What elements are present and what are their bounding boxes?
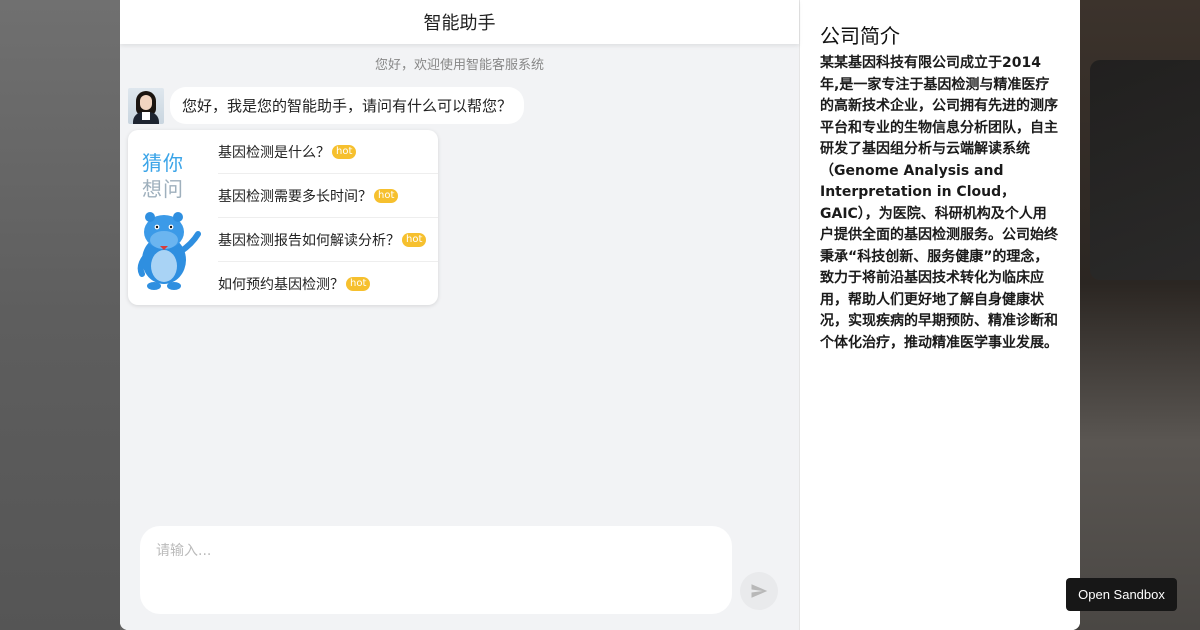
- hot-badge: hot: [402, 232, 427, 247]
- info-pane: 公司简介 某某基因科技有限公司成立于2014年,是一家专注于基因检测与精准医疗的…: [800, 0, 1080, 630]
- background-laptop: [1090, 60, 1200, 280]
- guess-card: 猜你 想问 基因检测是什么？ hot 基因检测需要多长时间？ hot 基因检测报…: [128, 130, 438, 305]
- guess-item-text: 如何预约基因检测？: [218, 277, 344, 293]
- guess-title: 猜你 想问: [142, 150, 184, 202]
- chat-pane: 智能助手 您好，欢迎使用智能客服系统 您好，我是您的智能助手，请问有什么可以帮您…: [120, 0, 800, 630]
- send-icon: [751, 584, 768, 598]
- send-button[interactable]: [740, 572, 778, 610]
- info-body: 某某基因科技有限公司成立于2014年,是一家专注于基因检测与精准医疗的高新技术企…: [820, 55, 1058, 351]
- chat-header: 智能助手: [120, 0, 799, 44]
- guess-item[interactable]: 基因检测需要多长时间？ hot: [218, 174, 438, 218]
- guess-item-text: 基因检测是什么？: [218, 144, 330, 161]
- open-sandbox-button[interactable]: Open Sandbox: [1066, 578, 1177, 611]
- guess-item[interactable]: 基因检测是什么？ hot: [218, 130, 438, 174]
- message-input[interactable]: [156, 540, 716, 600]
- chat-window: 智能助手 您好，欢迎使用智能客服系统 您好，我是您的智能助手，请问有什么可以帮您…: [120, 0, 1080, 630]
- hot-badge: hot: [374, 188, 399, 203]
- message-input-container: [140, 526, 732, 614]
- guess-item[interactable]: 基因检测报告如何解读分析？ hot: [218, 218, 438, 262]
- chat-title: 智能助手: [423, 13, 496, 34]
- guess-header: 猜你 想问: [128, 130, 218, 305]
- guess-item-text: 基因检测需要多长时间？: [218, 188, 372, 205]
- hot-badge: hot: [332, 144, 357, 159]
- info-title: 公司简介: [820, 24, 900, 48]
- greeting-bubble: 您好，我是您的智能助手，请问有什么可以帮您？: [170, 87, 525, 124]
- bot-message: 您好，我是您的智能助手，请问有什么可以帮您？: [128, 87, 799, 124]
- guess-item[interactable]: 如何预约基因检测？ hot: [218, 262, 438, 306]
- hot-badge: hot: [346, 277, 371, 291]
- background-left: [0, 0, 120, 630]
- guess-title-line1: 猜你: [142, 151, 184, 175]
- guess-list: 基因检测是什么？ hot 基因检测需要多长时间？ hot 基因检测报告如何解读分…: [218, 130, 438, 305]
- guess-item-text: 基因检测报告如何解读分析？: [218, 232, 400, 249]
- background-right: [1080, 0, 1200, 630]
- avatar: [128, 87, 164, 124]
- hippo-mascot-icon: [137, 212, 201, 290]
- chat-subtitle: 您好，欢迎使用智能客服系统: [374, 58, 544, 73]
- guess-title-line2: 想问: [142, 177, 184, 201]
